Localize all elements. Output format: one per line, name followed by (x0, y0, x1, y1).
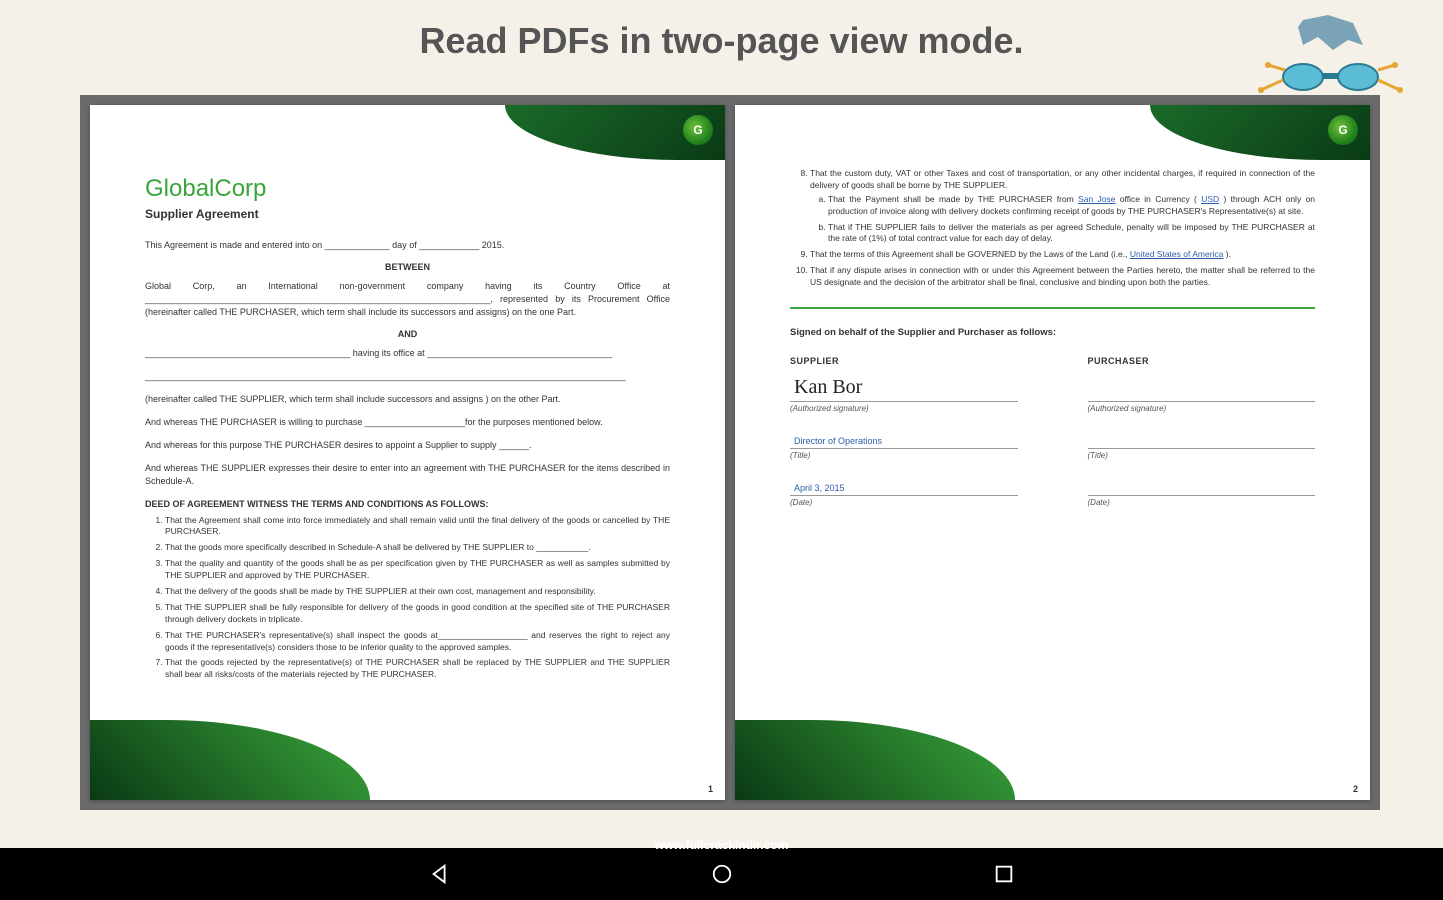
recent-apps-icon[interactable] (993, 863, 1015, 885)
mascot-logo-icon (1253, 15, 1413, 115)
signature-heading: Signed on behalf of the Supplier and Pur… (790, 327, 1315, 338)
term-9: That the terms of this Agreement shall b… (810, 249, 1315, 261)
term-6: That THE PURCHASER's representative(s) s… (165, 630, 670, 654)
supplier-title-value: Director of Operations (794, 436, 882, 446)
supplier-title-label: (Title) (790, 451, 1018, 460)
terms-list-cont: That the custom duty, VAT or other Taxes… (790, 168, 1315, 289)
android-nav-bar: www.fullcrackindir.com (0, 848, 1443, 900)
purchaser-date-line (1088, 476, 1316, 496)
term-8: That the custom duty, VAT or other Taxes… (810, 168, 1315, 245)
globalcorp-logo-icon: G (1328, 115, 1358, 145)
purchaser-title-label: (Title) (1088, 451, 1316, 460)
globalcorp-logo-icon: G (683, 115, 713, 145)
terms-list: That the Agreement shall come into force… (145, 515, 670, 682)
supplier-signature-line: Kan Bor (790, 382, 1018, 402)
divider (790, 307, 1315, 309)
deed-heading: DEED OF AGREEMENT WITNESS THE TERMS AND … (145, 499, 670, 509)
party-supplier-line1: ________________________________________… (145, 347, 670, 360)
page-number: 1 (708, 784, 713, 794)
and-label: AND (145, 329, 670, 339)
document-title: Supplier Agreement (145, 207, 670, 221)
pdf-two-page-viewer[interactable]: G GlobalCorp Supplier Agreement This Agr… (80, 95, 1380, 810)
pdf-page-2[interactable]: G That the custom duty, VAT or other Tax… (735, 105, 1370, 800)
whereas-1: And whereas THE PURCHASER is willing to … (145, 416, 670, 429)
term-3: That the quality and quantity of the goo… (165, 558, 670, 582)
term-7: That the goods rejected by the represent… (165, 657, 670, 681)
between-label: BETWEEN (145, 262, 670, 272)
whereas-3: And whereas THE SUPPLIER expresses their… (145, 462, 670, 488)
term-4: That the delivery of the goods shall be … (165, 586, 670, 598)
purchaser-auth-label: (Authorized signature) (1088, 404, 1316, 413)
term-8a: That the Payment shall be made by THE PU… (828, 194, 1315, 218)
supplier-head: SUPPLIER (790, 356, 1018, 366)
party-supplier-line2: ________________________________________… (145, 370, 670, 383)
headline: Read PDFs in two-page view mode. (0, 0, 1443, 82)
supplier-title-line: Director of Operations (790, 429, 1018, 449)
watermark-url: www.fullcrackindir.com (655, 838, 789, 852)
company-title: GlobalCorp (145, 175, 670, 203)
whereas-2: And whereas for this purpose THE PURCHAS… (145, 439, 670, 452)
term-2: That the goods more specifically describ… (165, 542, 670, 554)
purchaser-column: PURCHASER (Authorized signature) (Title)… (1088, 356, 1316, 523)
supplier-auth-label: (Authorized signature) (790, 404, 1018, 413)
supplier-date-label: (Date) (790, 498, 1018, 507)
term-1: That the Agreement shall come into force… (165, 515, 670, 539)
purchaser-signature-line (1088, 382, 1316, 402)
supplier-clause: (hereinafter called THE SUPPLIER, which … (145, 393, 670, 406)
term-5: That THE SUPPLIER shall be fully respons… (165, 602, 670, 626)
purchaser-head: PURCHASER (1088, 356, 1316, 366)
term-10: That if any dispute arises in connection… (810, 265, 1315, 289)
purchaser-title-line (1088, 429, 1316, 449)
supplier-column: SUPPLIER Kan Bor (Authorized signature) … (790, 356, 1018, 523)
party-purchaser: Global Corp, an International non-govern… (145, 280, 670, 319)
term-8b: That if THE SUPPLIER fails to deliver th… (828, 222, 1315, 246)
page-number: 2 (1353, 784, 1358, 794)
signature-columns: SUPPLIER Kan Bor (Authorized signature) … (790, 356, 1315, 523)
supplier-date-value: April 3, 2015 (794, 483, 845, 493)
back-icon[interactable] (429, 863, 451, 885)
supplier-signature: Kan Bor (794, 376, 862, 399)
purchaser-date-label: (Date) (1088, 498, 1316, 507)
intro-line: This Agreement is made and entered into … (145, 239, 670, 252)
supplier-date-line: April 3, 2015 (790, 476, 1018, 496)
pdf-page-1[interactable]: G GlobalCorp Supplier Agreement This Agr… (90, 105, 725, 800)
home-icon[interactable] (711, 863, 733, 885)
